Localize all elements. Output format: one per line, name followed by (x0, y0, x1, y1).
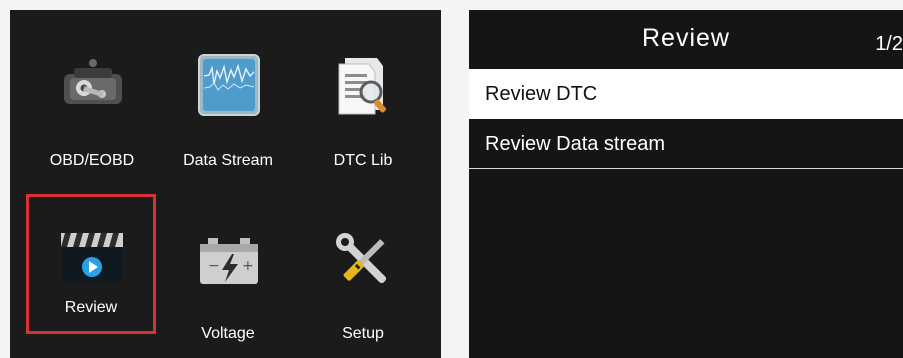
page-indicator: 1/2 (875, 33, 903, 55)
menu-tile-label: Data Stream (183, 152, 273, 169)
menu-tile-review[interactable]: Review (26, 194, 156, 334)
svg-text:+: + (242, 258, 254, 274)
waveform-icon (198, 54, 260, 116)
menu-tile-label: OBD/EOBD (49, 152, 135, 169)
menu-tile-obd-eobd[interactable]: OBD/EOBD (27, 18, 157, 169)
engine-icon (64, 59, 122, 104)
svg-text:−: − (208, 258, 220, 274)
menu-tile-data-stream[interactable]: Data Stream (163, 18, 293, 169)
menu-tile-label: DTC Lib (333, 152, 393, 169)
battery-icon: − + (200, 238, 258, 284)
play-video-icon (61, 233, 123, 283)
menu-tile-voltage[interactable]: − + Voltage (163, 194, 293, 342)
page-title: Review (642, 24, 730, 52)
menu-tile-dtc-lib[interactable]: DTC Lib (298, 18, 428, 169)
document-search-icon (338, 58, 386, 115)
menu-item-review-data-stream[interactable]: Review Data stream (469, 119, 903, 169)
menu-tile-label: Voltage (201, 325, 255, 342)
menu-tile-label: Review (64, 299, 118, 316)
review-header: Review 1/2 (469, 10, 903, 64)
menu-item-review-dtc[interactable]: Review DTC (469, 69, 903, 119)
menu-tile-label: Setup (342, 325, 384, 342)
wrench-screwdriver-icon (336, 233, 387, 284)
main-menu-screen: OBD/EOBD Data Stream DTC Lib Review − + … (10, 10, 441, 358)
review-screen: Review 1/2 Review DTC Review Data stream (469, 10, 903, 358)
menu-tile-setup[interactable]: Setup (298, 194, 428, 342)
